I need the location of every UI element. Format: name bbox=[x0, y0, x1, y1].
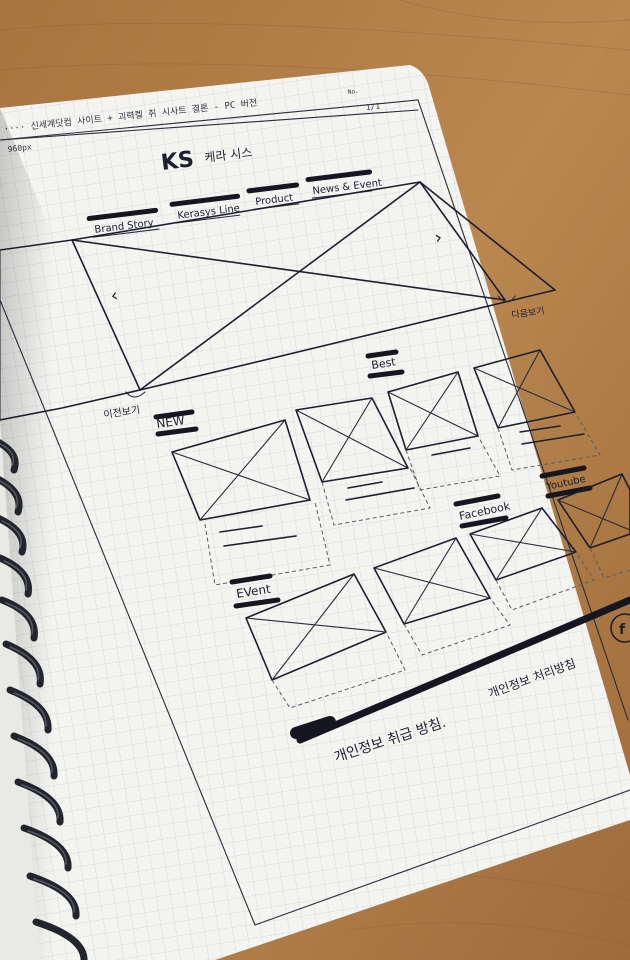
svg-text:f: f bbox=[619, 622, 626, 638]
page-mark: No. bbox=[347, 88, 359, 96]
corner-note: 1/1 bbox=[365, 102, 380, 112]
photo-scene: ···· 신세계닷컴 사이트 + 괴력켈 취 시사트 결론 - PC 버전 96… bbox=[0, 0, 630, 960]
notebook-photo: ···· 신세계닷컴 사이트 + 괴력켈 취 시사트 결론 - PC 버전 96… bbox=[0, 0, 630, 960]
logo-mark: KS bbox=[160, 147, 196, 176]
